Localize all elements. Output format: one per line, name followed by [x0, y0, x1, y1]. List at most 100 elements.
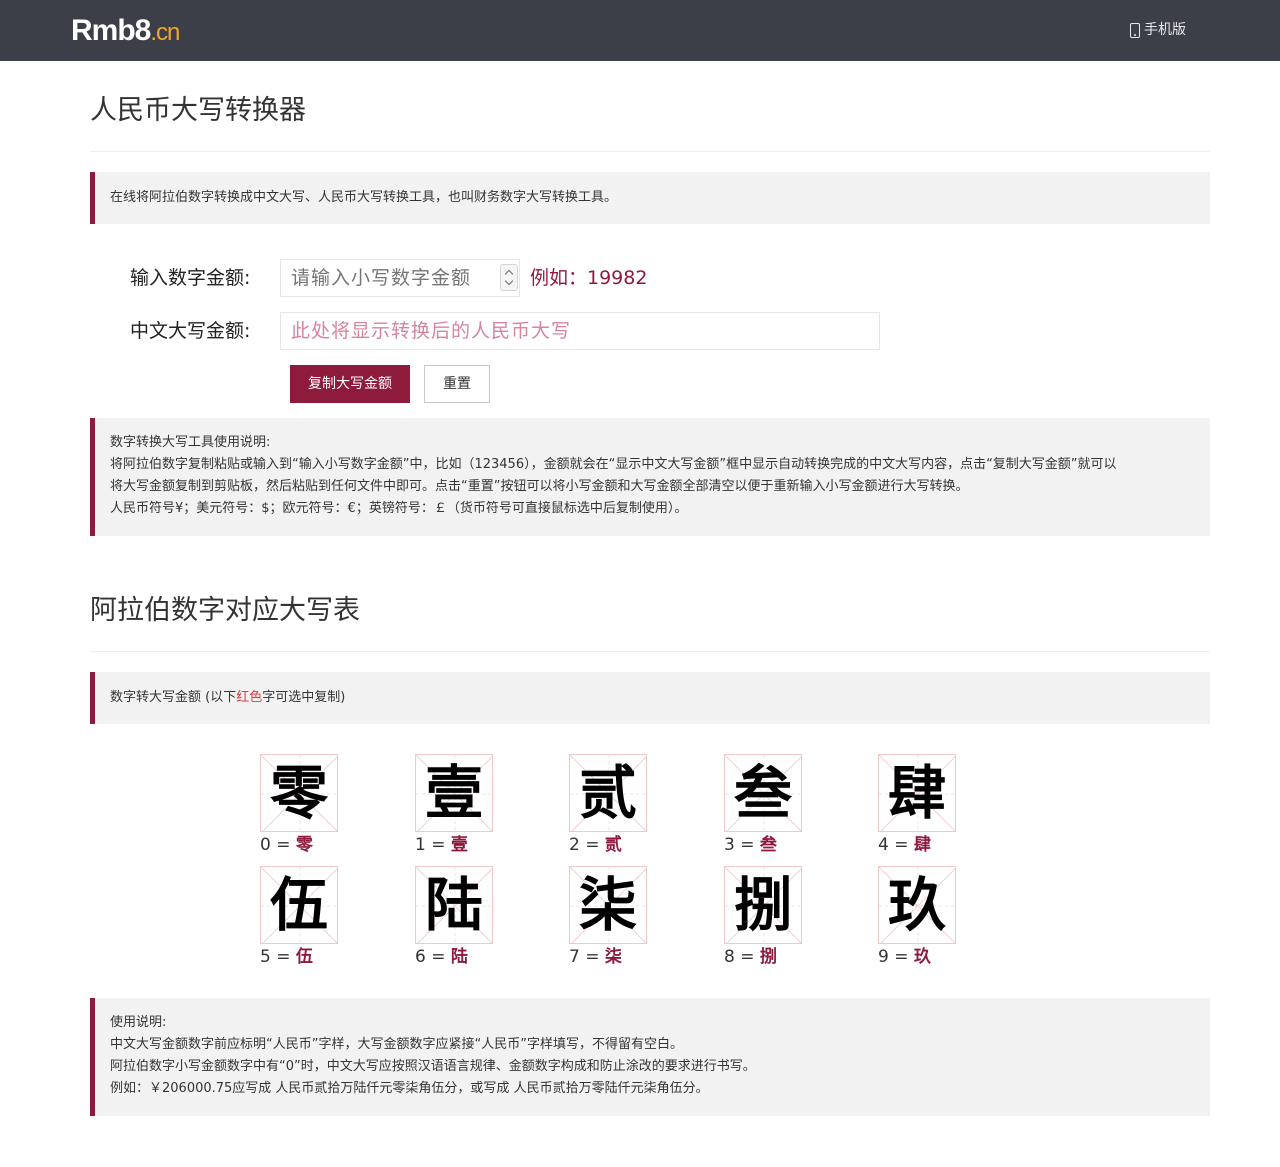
help-line: 人民币符号¥；美元符号：$；欧元符号：€；英镑符号：￡（货币符号可直接鼠标选中后… [110, 501, 688, 516]
example-hint: 例如：19982 [530, 267, 648, 289]
intro-text: 在线将阿拉伯数字转换成中文大写、人民币大写转换工具，也叫财务数字大写转换工具。 [110, 190, 618, 205]
calligraphy-glyph: 零 [269, 759, 328, 827]
equals-sign: = [270, 835, 296, 855]
calligraphy-image: 柒 [569, 866, 647, 944]
digit-number: 4 [878, 835, 889, 855]
equals-sign: = [425, 947, 451, 967]
uppercase-output-field[interactable]: 此处将显示转换后的人民币大写 [280, 312, 880, 350]
digit-cell: 壹1 = 壹 [415, 754, 495, 864]
digit-uppercase-char[interactable]: 陆 [451, 947, 468, 967]
digit-caption: 9 = 玖 [878, 946, 931, 968]
equals-sign: = [579, 947, 605, 967]
calligraphy-glyph: 陆 [424, 871, 483, 939]
equals-sign: = [270, 947, 296, 967]
phone-icon [1130, 22, 1140, 38]
usage-notice: 使用说明: 中文大写金额数字前应标明“人民币”字样，大写金额数字应紧接“人民币”… [90, 998, 1210, 1116]
digit-number: 5 [260, 947, 271, 967]
table-note-suffix: 字可选中复制) [262, 690, 346, 705]
digit-caption: 7 = 柒 [569, 946, 622, 968]
calligraphy-image: 叁 [724, 754, 802, 832]
calligraphy-glyph: 壹 [424, 759, 483, 827]
digit-uppercase-char[interactable]: 壹 [451, 835, 468, 855]
help-notice: 数字转换大写工具使用说明: 将阿拉伯数字复制粘贴或输入到“输入小写数字金额”中，… [90, 418, 1210, 536]
digit-number: 3 [724, 835, 735, 855]
digit-number: 9 [878, 947, 889, 967]
digit-uppercase-char[interactable]: 肆 [914, 835, 931, 855]
calligraphy-image: 壹 [415, 754, 493, 832]
intro-notice: 在线将阿拉伯数字转换成中文大写、人民币大写转换工具，也叫财务数字大写转换工具。 [90, 172, 1210, 224]
number-spinner[interactable] [500, 264, 518, 291]
digit-uppercase-char[interactable]: 玖 [914, 947, 931, 967]
amount-input[interactable] [280, 259, 520, 297]
equals-sign: = [734, 947, 760, 967]
calligraphy-image: 伍 [260, 866, 338, 944]
calligraphy-glyph: 捌 [733, 871, 792, 939]
digit-uppercase-char[interactable]: 叁 [760, 835, 777, 855]
equals-sign: = [888, 835, 914, 855]
table-note-red: 红色 [236, 690, 263, 705]
calligraphy-glyph: 玖 [887, 871, 946, 939]
digit-uppercase-char[interactable]: 伍 [296, 947, 313, 967]
output-label: 中文大写金额: [130, 320, 251, 342]
digit-number: 2 [569, 835, 580, 855]
mobile-version-link[interactable]: 手机版 [1130, 20, 1186, 40]
top-navbar: Rmb8.cn 手机版 [0, 0, 1280, 61]
calligraphy-image: 玖 [878, 866, 956, 944]
calligraphy-image: 贰 [569, 754, 647, 832]
input-label: 输入数字金额: [130, 267, 251, 289]
equals-sign: = [888, 947, 914, 967]
digit-cell: 零0 = 零 [260, 754, 340, 864]
site-logo[interactable]: Rmb8.cn [71, 16, 180, 48]
equals-sign: = [734, 835, 760, 855]
digit-number: 1 [415, 835, 426, 855]
digit-caption: 1 = 壹 [415, 834, 468, 856]
digit-number: 7 [569, 947, 580, 967]
table-note-prefix: 数字转大写金额 (以下 [110, 690, 237, 705]
converter-title: 人民币大写转换器 [90, 95, 306, 126]
digit-uppercase-char[interactable]: 零 [296, 835, 313, 855]
help-line: 数字转换大写工具使用说明: [110, 435, 271, 450]
digit-number: 8 [724, 947, 735, 967]
digit-number: 0 [260, 835, 271, 855]
digit-number: 6 [415, 947, 426, 967]
calligraphy-glyph: 柒 [578, 871, 637, 939]
help-line: 将大写金额复制到剪贴板，然后粘贴到任何文件中即可。点击“重置”按钮可以将小写金额… [110, 479, 969, 494]
calligraphy-image: 肆 [878, 754, 956, 832]
logo-suffix: .cn [150, 19, 180, 46]
digit-cell: 陆6 = 陆 [415, 866, 495, 976]
digit-cell: 玖9 = 玖 [878, 866, 958, 976]
digit-uppercase-char[interactable]: 柒 [605, 947, 622, 967]
calligraphy-glyph: 叁 [733, 759, 792, 827]
usage-line: 阿拉伯数字小写金额数字中有“0”时，中文大写应按照汉语语言规律、金额数字构成和防… [110, 1059, 756, 1074]
digit-caption: 3 = 叁 [724, 834, 777, 856]
digit-uppercase-char[interactable]: 捌 [760, 947, 777, 967]
digit-caption: 6 = 陆 [415, 946, 468, 968]
table-note: 数字转大写金额 (以下红色字可选中复制) [110, 687, 1210, 709]
copy-uppercase-button[interactable]: 复制大写金额 [290, 365, 410, 403]
help-line: 将阿拉伯数字复制粘贴或输入到“输入小写数字金额”中，比如（123456），金额就… [110, 457, 1117, 472]
calligraphy-image: 零 [260, 754, 338, 832]
digit-caption: 5 = 伍 [260, 946, 313, 968]
equals-sign: = [579, 835, 605, 855]
digit-caption: 0 = 零 [260, 834, 313, 856]
divider [90, 151, 1210, 152]
calligraphy-glyph: 肆 [887, 759, 946, 827]
digit-caption: 4 = 肆 [878, 834, 931, 856]
digit-caption: 8 = 捌 [724, 946, 777, 968]
usage-line: 中文大写金额数字前应标明“人民币”字样，大写金额数字应紧接“人民币”字样填写，不… [110, 1037, 683, 1052]
digit-uppercase-char[interactable]: 贰 [605, 835, 622, 855]
mobile-version-label: 手机版 [1144, 22, 1186, 38]
usage-line: 例如：￥206000.75应写成 人民币贰拾万陆仟元零柒角伍分，或写成 人民币贰… [110, 1081, 709, 1096]
calligraphy-image: 捌 [724, 866, 802, 944]
calligraphy-glyph: 贰 [578, 759, 637, 827]
reset-button[interactable]: 重置 [424, 365, 490, 403]
digit-cell: 叁3 = 叁 [724, 754, 804, 864]
calligraphy-image: 陆 [415, 866, 493, 944]
table-title: 阿拉伯数字对应大写表 [90, 595, 360, 626]
table-notice: 数字转大写金额 (以下红色字可选中复制) [90, 672, 1210, 724]
digit-cell: 伍5 = 伍 [260, 866, 340, 976]
calligraphy-glyph: 伍 [269, 871, 328, 939]
digit-cell: 贰 2 = 贰 [569, 754, 649, 864]
digit-cell: 柒7 = 柒 [569, 866, 649, 976]
digit-cell: 肆4 = 肆 [878, 754, 958, 864]
